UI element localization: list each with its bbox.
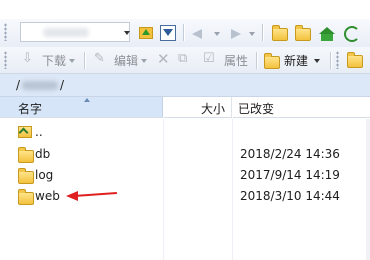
back-dropdown-icon[interactable] [214,32,220,36]
filter-icon [160,25,176,41]
list-item-log[interactable]: log 2017/9/14 14:19 [0,165,370,186]
arrow-right-icon [231,29,241,39]
parent-directory-icon [18,126,32,138]
forward-dropdown-icon[interactable] [249,32,255,36]
parent-folder-icon [272,25,288,41]
column-modified[interactable]: 已改变 [233,97,370,118]
new-button[interactable]: 新建 [284,52,308,69]
download-button[interactable]: 下载 [42,52,66,69]
file-name: db [35,147,51,161]
toolbar-actions: ⇩ 下载 ✎ 编辑 ✕ ⧉ ☑ 属性 新建 [0,47,370,74]
file-modified: 2017/9/14 14:19 [240,168,340,182]
column-size-label: 大小 [200,102,225,116]
edit-button[interactable]: 编辑 [114,52,138,69]
column-name[interactable]: 名字 [0,97,163,118]
new-dropdown-icon[interactable] [314,59,320,63]
sort-ascending-icon [84,98,90,102]
root-directory-button[interactable] [292,23,312,43]
properties-icon: ☑ [203,51,215,66]
list-item-db[interactable]: db 2018/2/24 14:36 [0,144,370,165]
forward-button[interactable] [225,23,245,43]
toolbar-grip[interactable] [336,51,339,69]
column-modified-label: 已改变 [238,102,275,116]
parent-directory-button[interactable] [269,23,289,43]
toolbar-navigation [0,19,370,48]
open-directory-button[interactable] [136,23,156,43]
file-name: log [35,168,54,182]
file-name: web [35,189,60,203]
toolbar-grip[interactable] [4,51,7,69]
download-dropdown-icon[interactable] [69,59,75,63]
back-button[interactable] [190,23,210,43]
path-separator: / [60,78,65,92]
toolbar-grip[interactable] [4,23,7,41]
file-modified: 2018/2/24 14:36 [240,147,340,161]
list-item-parent[interactable]: .. [0,122,370,143]
file-modified: 2018/3/10 14:44 [240,189,340,203]
folder-icon [18,147,34,163]
edit-icon: ✎ [94,51,105,66]
folder-icon [18,168,34,184]
refresh-button[interactable] [341,23,361,43]
annotation-arrow-icon [66,191,78,201]
drive-selector[interactable] [20,22,130,42]
redacted-drive-name [43,28,89,37]
path-root[interactable]: / [16,78,20,92]
chevron-down-icon[interactable] [124,31,130,35]
arrow-left-icon [192,29,202,39]
download-icon: ⇩ [22,51,33,66]
filter-button[interactable] [158,23,178,43]
home-icon [319,27,335,34]
file-list-header: 名字 大小 已改变 [0,97,370,119]
folder-icon [18,189,34,205]
redacted-path [22,81,58,90]
properties-button[interactable]: 属性 [224,52,248,69]
list-item-web[interactable]: web 2018/3/10 14:44 [0,186,370,207]
select-folder-icon [347,52,363,68]
column-name-label: 名字 [18,102,43,116]
edit-dropdown-icon[interactable] [141,59,147,63]
path-bar[interactable]: / / [0,74,370,97]
open-folder-icon [139,27,153,39]
new-folder-icon [264,53,280,69]
delete-button[interactable]: ✕ [157,52,171,67]
select-button[interactable] [344,50,364,70]
column-size[interactable]: 大小 [164,97,232,118]
rename-icon[interactable]: ⧉ [178,52,192,66]
file-name: .. [35,125,43,139]
root-folder-icon [295,25,311,41]
refresh-icon [344,26,360,42]
home-directory-button[interactable] [317,23,337,43]
